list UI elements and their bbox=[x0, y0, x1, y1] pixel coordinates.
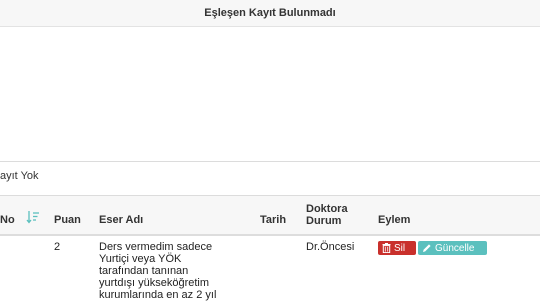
column-header-puan[interactable]: Puan bbox=[54, 214, 81, 226]
doktora-durum-cell: Dr.Öncesi bbox=[306, 241, 355, 253]
eser-adi-line: kurumlarında en az 2 yıl bbox=[99, 289, 217, 301]
durum-label: Durum bbox=[306, 215, 342, 227]
column-header-eser-adi[interactable]: Eser Adı bbox=[99, 214, 143, 226]
eser-adi-line: tarafından tanınan bbox=[99, 265, 189, 277]
column-header-doktora-durum[interactable]: Doktora Durum bbox=[306, 203, 366, 227]
eser-adi-line: Ders vermedim sadece bbox=[99, 241, 213, 253]
column-header-tarih[interactable]: Tarih bbox=[260, 214, 286, 226]
record-status-line: ayıt Yok bbox=[0, 162, 540, 196]
record-status-text: ayıt Yok bbox=[0, 170, 39, 182]
table-header: No Puan Eser Adı Tarih Doktora Durum Eyl… bbox=[0, 196, 540, 236]
no-records-text: Eşleşen Kayıt Bulunmadı bbox=[204, 7, 336, 19]
eser-adi-line: yurtdışı yükseköğretim bbox=[99, 277, 210, 289]
table-row: 2 Ders vermedim sadece Yurtiçi veya YÖK … bbox=[0, 236, 540, 304]
update-button-label: Güncelle bbox=[435, 242, 475, 254]
puan-cell: 2 bbox=[54, 241, 61, 253]
doktora-label: Doktora bbox=[306, 203, 348, 215]
eser-adi-line: Yurtiçi veya YÖK bbox=[99, 253, 182, 265]
column-header-no[interactable]: No bbox=[0, 214, 15, 226]
delete-button-label: Sil bbox=[394, 242, 406, 254]
no-records-banner: Eşleşen Kayıt Bulunmadı bbox=[0, 0, 540, 27]
trash-icon bbox=[382, 243, 391, 253]
column-header-eylem: Eylem bbox=[378, 214, 411, 226]
delete-button[interactable]: Sil bbox=[378, 241, 416, 255]
empty-results-panel bbox=[0, 27, 540, 162]
sort-descending-icon[interactable] bbox=[26, 210, 40, 224]
pencil-icon bbox=[423, 244, 431, 252]
eser-adi-cell: Ders vermedim sadece Yurtiçi veya YÖK ta… bbox=[99, 241, 259, 301]
update-button[interactable]: Güncelle bbox=[418, 241, 487, 255]
